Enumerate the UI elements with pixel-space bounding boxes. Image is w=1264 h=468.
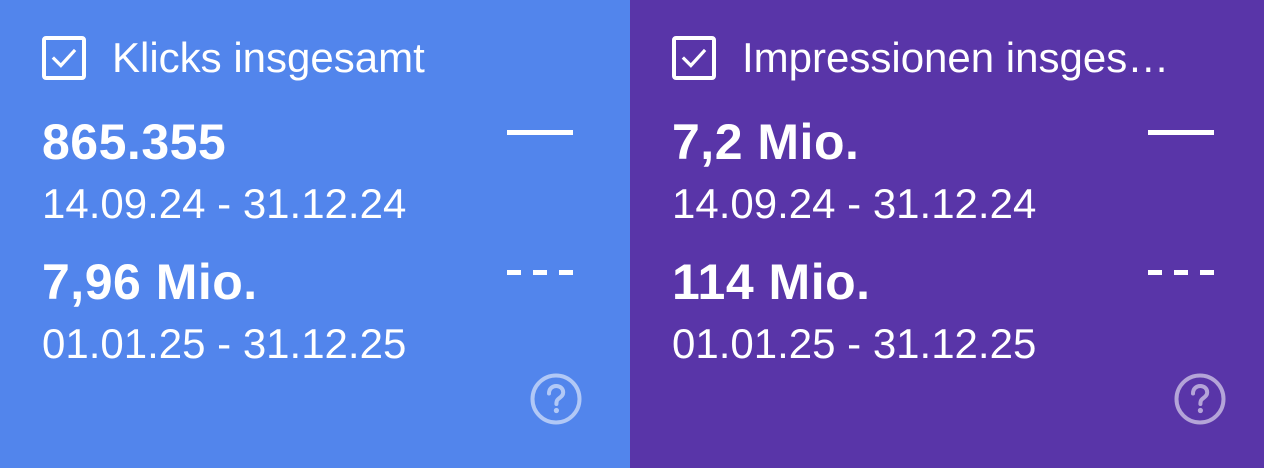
checkmark-icon	[681, 48, 707, 68]
current-period-value: 7,2 Mio.	[672, 114, 860, 170]
dashed-line-icon	[1148, 270, 1214, 275]
previous-period-value: 114 Mio.	[672, 254, 871, 310]
metric-toggle-impressions[interactable]: Impressionen insges…	[672, 34, 1169, 82]
checkmark-icon	[51, 48, 77, 68]
checkbox-checked-icon[interactable]	[42, 36, 86, 80]
metric-card-clicks[interactable]: Klicks insgesamt 865.355 14.09.24 - 31.1…	[0, 0, 630, 468]
dashed-line-icon	[507, 270, 573, 275]
metric-card-impressions[interactable]: Impressionen insges… 7,2 Mio. 14.09.24 -…	[630, 0, 1264, 468]
help-circle-icon[interactable]	[529, 372, 583, 426]
checkbox-checked-icon[interactable]	[672, 36, 716, 80]
metric-cards: Klicks insgesamt 865.355 14.09.24 - 31.1…	[0, 0, 1264, 468]
previous-period-value: 7,96 Mio.	[42, 254, 258, 310]
metric-title: Impressionen insges…	[742, 34, 1170, 81]
metric-toggle-clicks[interactable]: Klicks insgesamt	[42, 34, 425, 82]
metric-title: Klicks insgesamt	[112, 34, 425, 81]
solid-line-icon	[1148, 130, 1214, 135]
current-period-value: 865.355	[42, 114, 227, 170]
previous-period-range: 01.01.25 - 31.12.25	[42, 320, 407, 367]
current-period-range: 14.09.24 - 31.12.24	[42, 180, 407, 227]
current-period-range: 14.09.24 - 31.12.24	[672, 180, 1037, 227]
help-circle-icon[interactable]	[1173, 372, 1227, 426]
solid-line-icon	[507, 130, 573, 135]
previous-period-range: 01.01.25 - 31.12.25	[672, 320, 1037, 367]
